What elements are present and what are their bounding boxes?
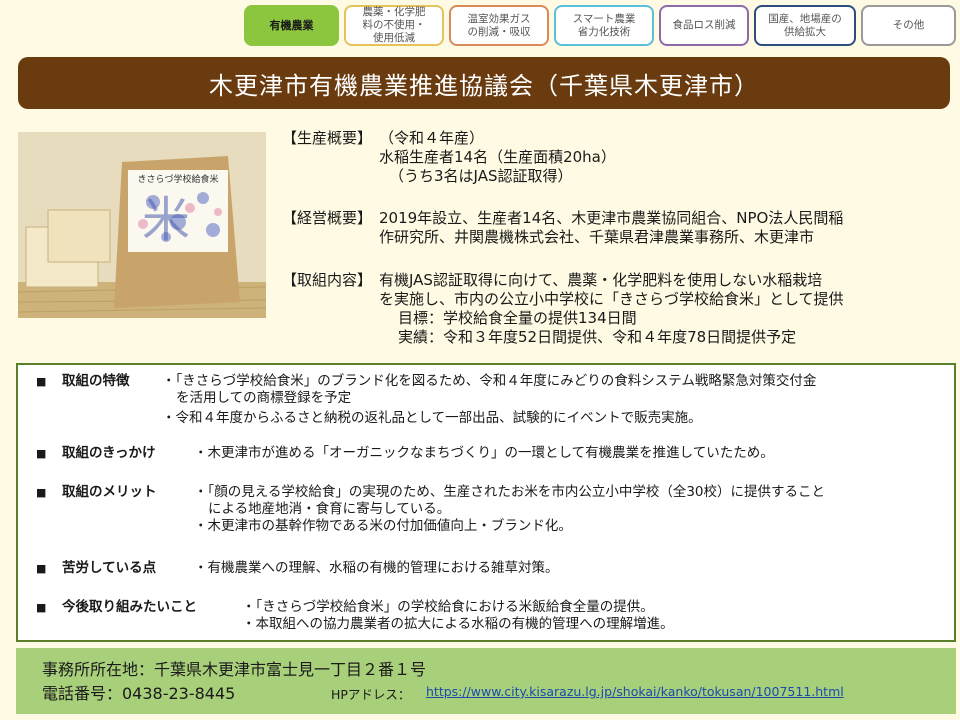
activity-overview: 【取組内容】 有機JAS認証取得に向けて、農薬・化学肥料を使用しない水稲栽培 を… <box>282 271 942 347</box>
bag-label: きさらづ学校給食米 <box>137 173 218 185</box>
hp-url-link[interactable]: https://www.city.kisarazu.lg.jp/shokai/k… <box>426 684 844 699</box>
tab-ghg-reduction[interactable]: 温室効果ガス の削減・吸収 <box>449 5 549 46</box>
square-bullet-icon: ■ <box>36 447 47 460</box>
square-bullet-icon: ■ <box>36 375 47 388</box>
production-line: （うち3名はJAS認証取得） <box>389 167 573 185</box>
hp-label: HPアドレス： <box>331 687 411 702</box>
square-bullet-icon: ■ <box>36 562 47 575</box>
detail-line: による地産地消・食育に寄与している。 <box>208 501 451 517</box>
tab-pesticide-reduction[interactable]: 農薬・化学肥 料の不使用・ 使用低減 <box>344 5 444 46</box>
square-bullet-icon: ■ <box>36 486 47 499</box>
management-heading: 【経営概要】 <box>282 209 373 227</box>
management-overview: 【経営概要】 2019年設立、生産者14名、木更津市農業協同組合、NPO法人民間… <box>282 209 942 249</box>
production-line: 水稲生産者14名（生産面積20ha） <box>379 148 616 166</box>
detail-line: ・令和４年度からふるさと納税の返礼品として一部出品、試験的にイベントで販売実施。 <box>162 410 702 426</box>
rice-bag-photo: 米 きさらづ学校給食米 <box>18 132 266 318</box>
contact-footer: 事務所所在地：千葉県木更津市富士見一丁目２番１号 電話番号：0438-23-84… <box>16 648 956 714</box>
detail-line: ・有機農業への理解、水稲の有機的管理における雑草対策。 <box>194 560 559 576</box>
activity-heading: 【取組内容】 <box>282 271 373 289</box>
detail-label: 取組の特徴 <box>62 373 130 389</box>
overview-section: 【生産概要】 （令和４年産） 水稲生産者14名（生産面積20ha） （うち3名は… <box>282 129 942 347</box>
phone-number: 電話番号：0438-23-8445 <box>42 684 236 703</box>
detail-label: 取組のメリット <box>62 484 157 500</box>
management-line: 2019年設立、生産者14名、木更津市農業協同組合、NPO法人民間稲 <box>379 209 844 227</box>
tab-domestic-supply[interactable]: 国産、地場産の 供給拡大 <box>754 5 856 46</box>
tab-organic-farming[interactable]: 有機農業 <box>244 5 339 46</box>
tab-food-loss[interactable]: 食品ロス削減 <box>659 5 749 46</box>
detail-label: 今後取り組みたいこと <box>62 599 197 615</box>
activity-line: を実施し、市内の公立小中学校に「きさらづ学校給食米」として提供 <box>379 290 844 308</box>
square-bullet-icon: ■ <box>36 601 47 614</box>
detail-line: ・木更津市の基幹作物である米の付加価値向上・ブランド化。 <box>194 518 572 534</box>
office-address: 事務所所在地：千葉県木更津市富士見一丁目２番１号 <box>42 660 427 679</box>
detail-line: ・「顔の見える学校給食」の実現のため、生産されたお米を市内公立小中学校（全30校… <box>194 484 826 500</box>
detail-line: ・「きさらづ学校給食米」のブランド化を図るため、令和４年度にみどりの食料システム… <box>162 373 817 389</box>
rice-bag-illustration: 米 きさらづ学校給食米 <box>18 132 266 318</box>
tab-other[interactable]: その他 <box>861 5 956 46</box>
activity-line: 実績：令和３年度52日間提供、令和４年度78日間提供予定 <box>398 328 797 346</box>
activity-line: 有機JAS認証取得に向けて、農薬・化学肥料を使用しない水稲栽培 <box>379 271 823 289</box>
management-line: 作研究所、井関農機株式会社、千葉県君津農業事務所、木更津市 <box>379 228 815 246</box>
category-tabs: 有機農業 農薬・化学肥 料の不使用・ 使用低減 温室効果ガス の削減・吸収 スマ… <box>244 5 956 50</box>
production-line: （令和４年産） <box>379 129 485 147</box>
detail-label: 取組のきっかけ <box>62 445 156 461</box>
bag-kanji: 米 <box>142 192 190 248</box>
detail-line: を活用しての商標登録を予定 <box>176 390 352 406</box>
production-heading: 【生産概要】 <box>282 129 373 147</box>
activity-line: 目標：学校給食全量の提供134日間 <box>398 309 637 327</box>
detail-line: ・木更津市が進める「オーガニックなまちづくり」の一環として有機農業を推進していた… <box>194 445 774 461</box>
page-title: 木更津市有機農業推進協議会（千葉県木更津市） <box>18 57 950 109</box>
detail-line: ・「きさらづ学校給食米」の学校給食における米飯給食全量の提供。 <box>242 599 654 615</box>
details-box: ■ 取組の特徴 ・「きさらづ学校給食米」のブランド化を図るため、令和４年度にみど… <box>16 363 956 642</box>
detail-label: 苦労している点 <box>62 560 157 576</box>
detail-line: ・本取組への協力農業者の拡大による水稲の有機的管理への理解増進。 <box>242 616 674 632</box>
production-overview: 【生産概要】 （令和４年産） 水稲生産者14名（生産面積20ha） （うち3名は… <box>282 129 942 189</box>
tab-smart-agriculture[interactable]: スマート農業 省力化技術 <box>554 5 654 46</box>
